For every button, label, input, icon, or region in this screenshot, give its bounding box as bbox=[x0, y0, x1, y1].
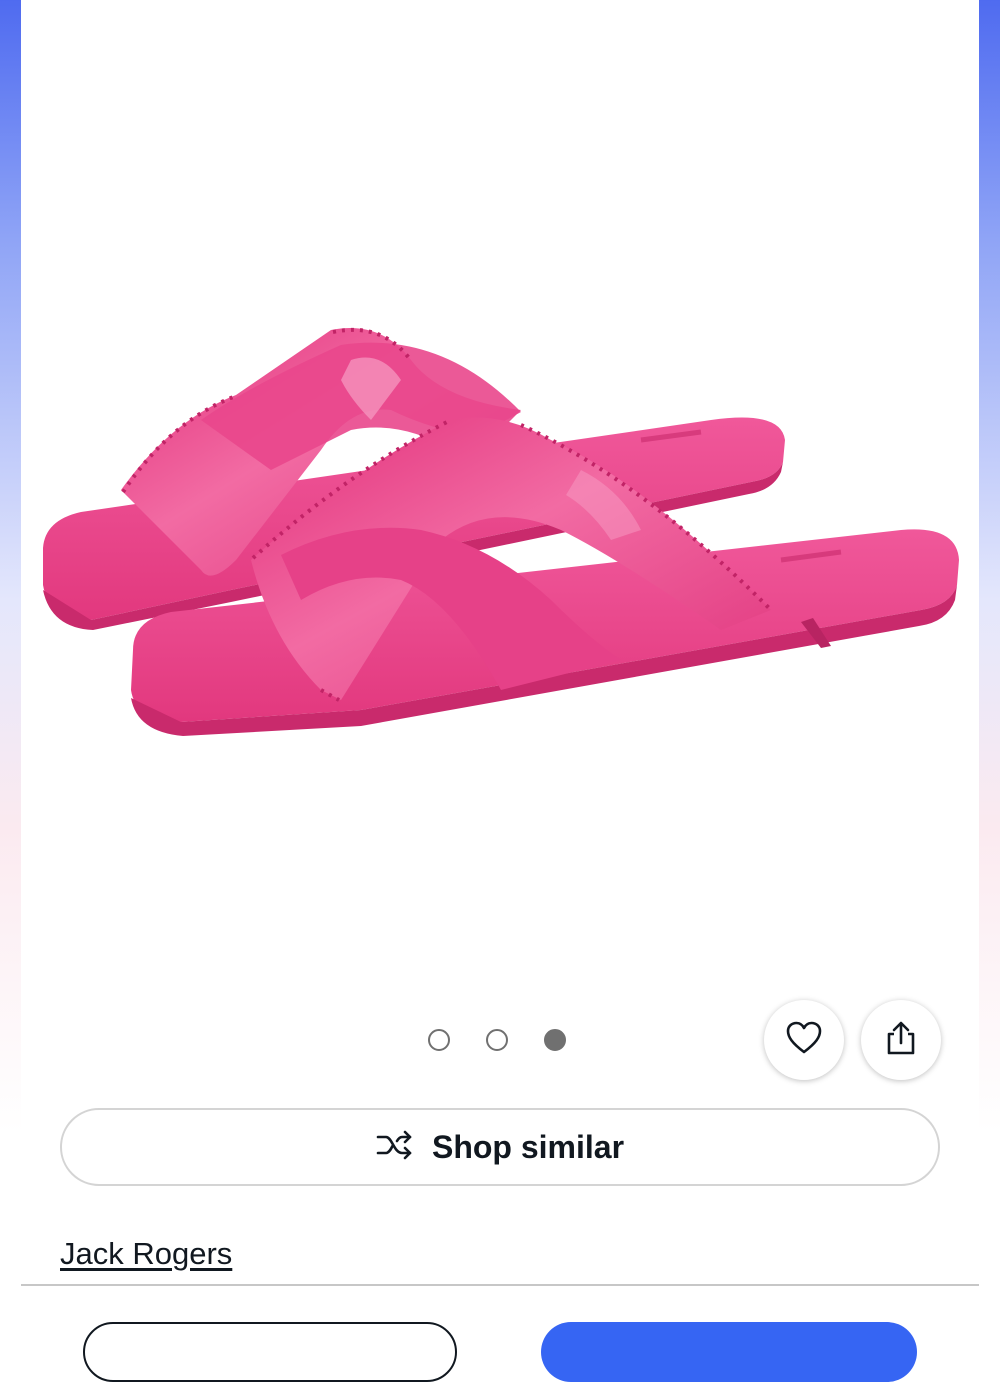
primary-action-button[interactable] bbox=[541, 1322, 917, 1382]
pager-dot-active[interactable] bbox=[544, 1029, 566, 1051]
share-button[interactable] bbox=[861, 1000, 941, 1080]
product-sheet: Shop similar Jack Rogers bbox=[21, 0, 979, 1382]
heart-icon bbox=[786, 1021, 822, 1060]
divider bbox=[21, 1284, 979, 1286]
page-background: Shop similar Jack Rogers bbox=[0, 0, 1000, 1382]
brand-link[interactable]: Jack Rogers bbox=[60, 1236, 232, 1272]
image-pager bbox=[428, 1027, 578, 1053]
pager-dot[interactable] bbox=[428, 1029, 450, 1051]
product-image[interactable] bbox=[21, 0, 979, 990]
pager-dot[interactable] bbox=[486, 1029, 508, 1051]
shop-similar-button[interactable]: Shop similar bbox=[60, 1108, 940, 1186]
shop-similar-label: Shop similar bbox=[431, 1128, 625, 1165]
shuffle-icon bbox=[376, 1130, 414, 1165]
favorite-button[interactable] bbox=[764, 1000, 844, 1080]
secondary-action-button[interactable] bbox=[83, 1322, 457, 1382]
share-icon bbox=[885, 1020, 917, 1061]
